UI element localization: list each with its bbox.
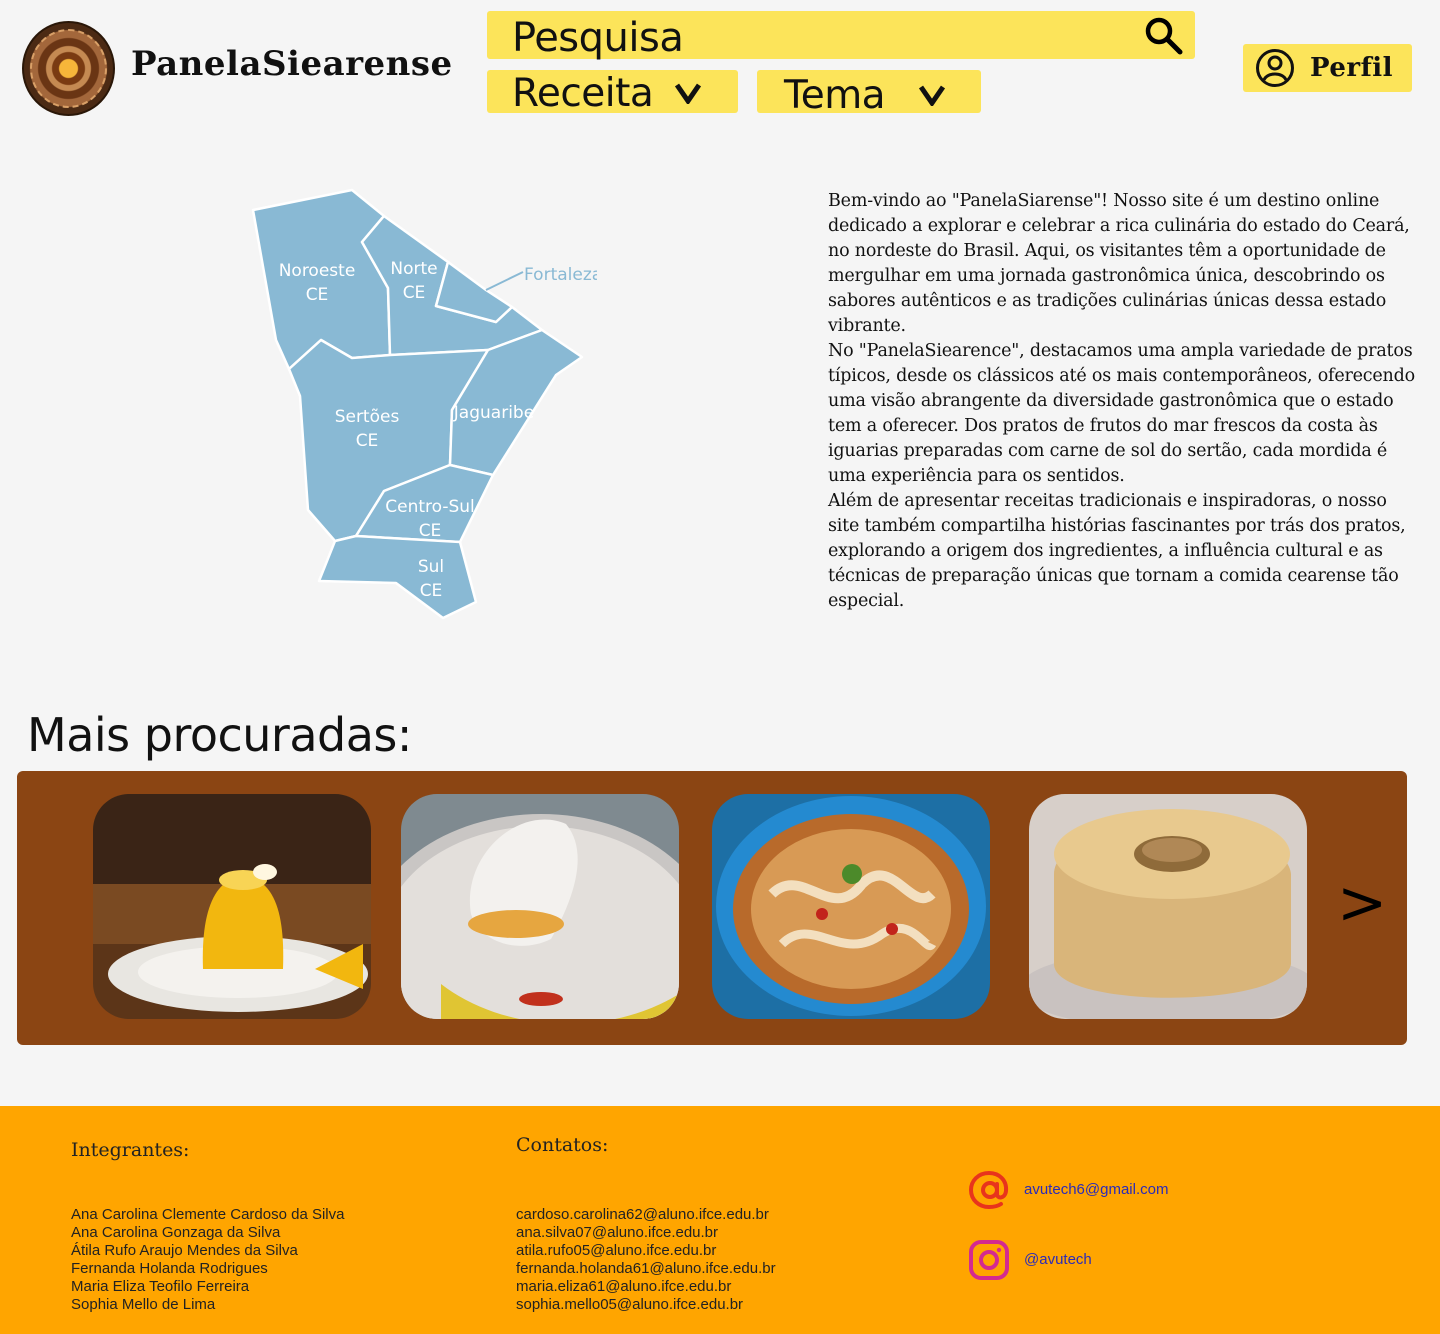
popular-section-title: Mais procuradas: xyxy=(27,708,412,762)
carousel-next-button[interactable]: > xyxy=(1337,873,1387,933)
intro-text: Bem-vindo ao "PanelaSiarense"! Nosso sit… xyxy=(828,189,1418,614)
member-name: Átila Rufo Araujo Mendes da Silva xyxy=(71,1242,298,1259)
recipe-image xyxy=(1029,794,1307,1019)
label-sertoes-ce: CE xyxy=(356,431,379,451)
contatos-heading: Contatos: xyxy=(516,1134,609,1156)
label-norte: Norte xyxy=(390,259,437,279)
member-email[interactable]: cardoso.carolina62@aluno.ifce.edu.br xyxy=(516,1206,776,1224)
intro-paragraph: Bem-vindo ao "PanelaSiarense"! Nosso sit… xyxy=(828,191,1410,336)
recipe-card-panelada[interactable] xyxy=(712,794,990,1019)
member-name: Ana Carolina Clemente Cardoso da Silva xyxy=(71,1206,345,1223)
search-input[interactable]: Pesquisa xyxy=(512,15,684,61)
label-noroeste: Noroeste xyxy=(279,261,356,281)
member-email[interactable]: atila.rufo05@aluno.ifce.edu.br xyxy=(516,1242,776,1260)
search-icon[interactable] xyxy=(1143,16,1185,56)
label-sul-ce: CE xyxy=(420,581,443,601)
member-email[interactable]: maria.eliza61@aluno.ifce.edu.br xyxy=(516,1278,776,1296)
member-name: Fernanda Holanda Rodrigues xyxy=(71,1260,268,1277)
label-centro-sul-ce: CE xyxy=(419,521,442,541)
label-noroeste-ce: CE xyxy=(306,285,329,305)
receita-dropdown-label: Receita xyxy=(512,71,654,116)
recipe-card-tapioca[interactable] xyxy=(401,794,679,1019)
chevron-down-icon xyxy=(674,83,702,104)
recipe-image xyxy=(401,794,679,1019)
member-name: Sophia Mello de Lima xyxy=(71,1296,216,1313)
label-centro-sul: Centro-Sul xyxy=(385,497,475,517)
footer: Integrantes: Contatos: Ana Carolina Clem… xyxy=(0,1106,1440,1334)
fortaleza-pointer xyxy=(485,271,524,291)
member-email[interactable]: fernanda.holanda61@aluno.ifce.edu.br xyxy=(516,1260,776,1278)
recipe-card-cuscuz[interactable] xyxy=(93,794,371,1019)
instagram-handle[interactable]: @avutech xyxy=(1024,1251,1092,1268)
recipe-image xyxy=(712,794,990,1019)
label-norte-ce: CE xyxy=(403,283,426,303)
contact-email-text[interactable]: avutech6@gmail.com xyxy=(1024,1181,1168,1198)
popular-carousel: > xyxy=(17,771,1407,1045)
user-icon xyxy=(1256,49,1294,87)
at-sign-icon xyxy=(968,1170,1009,1210)
integrantes-heading: Integrantes: xyxy=(71,1139,190,1161)
members-list: Ana Carolina Clemente Cardoso da Silva A… xyxy=(71,1206,344,1314)
label-sertoes: Sertões xyxy=(335,407,400,427)
member-emails-list: cardoso.carolina62@aluno.ifce.edu.br ana… xyxy=(516,1206,776,1314)
tema-dropdown-label: Tema xyxy=(784,73,886,118)
member-email[interactable]: sophia.mello05@aluno.ifce.edu.br xyxy=(516,1296,776,1314)
intro-paragraph: Além de apresentar receitas tradicionais… xyxy=(828,491,1406,611)
brand-name[interactable]: PanelaSiearense xyxy=(131,44,453,84)
instagram-icon xyxy=(969,1240,1009,1280)
site-logo[interactable] xyxy=(22,21,115,116)
contact-email-link[interactable]: avutech6@gmail.com xyxy=(968,1170,1268,1210)
label-fortaleza: Fortaleza xyxy=(524,265,602,285)
search-bar[interactable]: Pesquisa xyxy=(487,11,1195,61)
label-jaguaribe: Jaguaribe xyxy=(453,403,534,423)
recipe-card-bolo[interactable] xyxy=(1029,794,1307,1019)
member-name: Maria Eliza Teofilo Ferreira xyxy=(71,1278,250,1295)
logo-decoration xyxy=(30,29,107,108)
profile-label: Perfil xyxy=(1310,53,1394,83)
receita-dropdown[interactable]: Receita xyxy=(487,70,738,116)
profile-button[interactable]: Perfil xyxy=(1243,44,1412,92)
recipe-image xyxy=(93,794,371,1019)
instagram-link[interactable]: @avutech xyxy=(968,1240,1268,1280)
intro-paragraph: No "PanelaSiearence", destacamos uma amp… xyxy=(828,341,1415,486)
region-sul[interactable] xyxy=(317,534,478,620)
tema-dropdown[interactable]: Tema xyxy=(757,70,981,118)
member-name: Ana Carolina Gonzaga da Silva xyxy=(71,1224,281,1241)
member-email[interactable]: ana.silva07@aluno.ifce.edu.br xyxy=(516,1224,776,1242)
ceara-regions-map: Noroeste CE Norte CE Sertões CE Jaguarib… xyxy=(251,188,610,620)
chevron-down-icon xyxy=(918,85,946,106)
label-sul: Sul xyxy=(418,557,444,577)
